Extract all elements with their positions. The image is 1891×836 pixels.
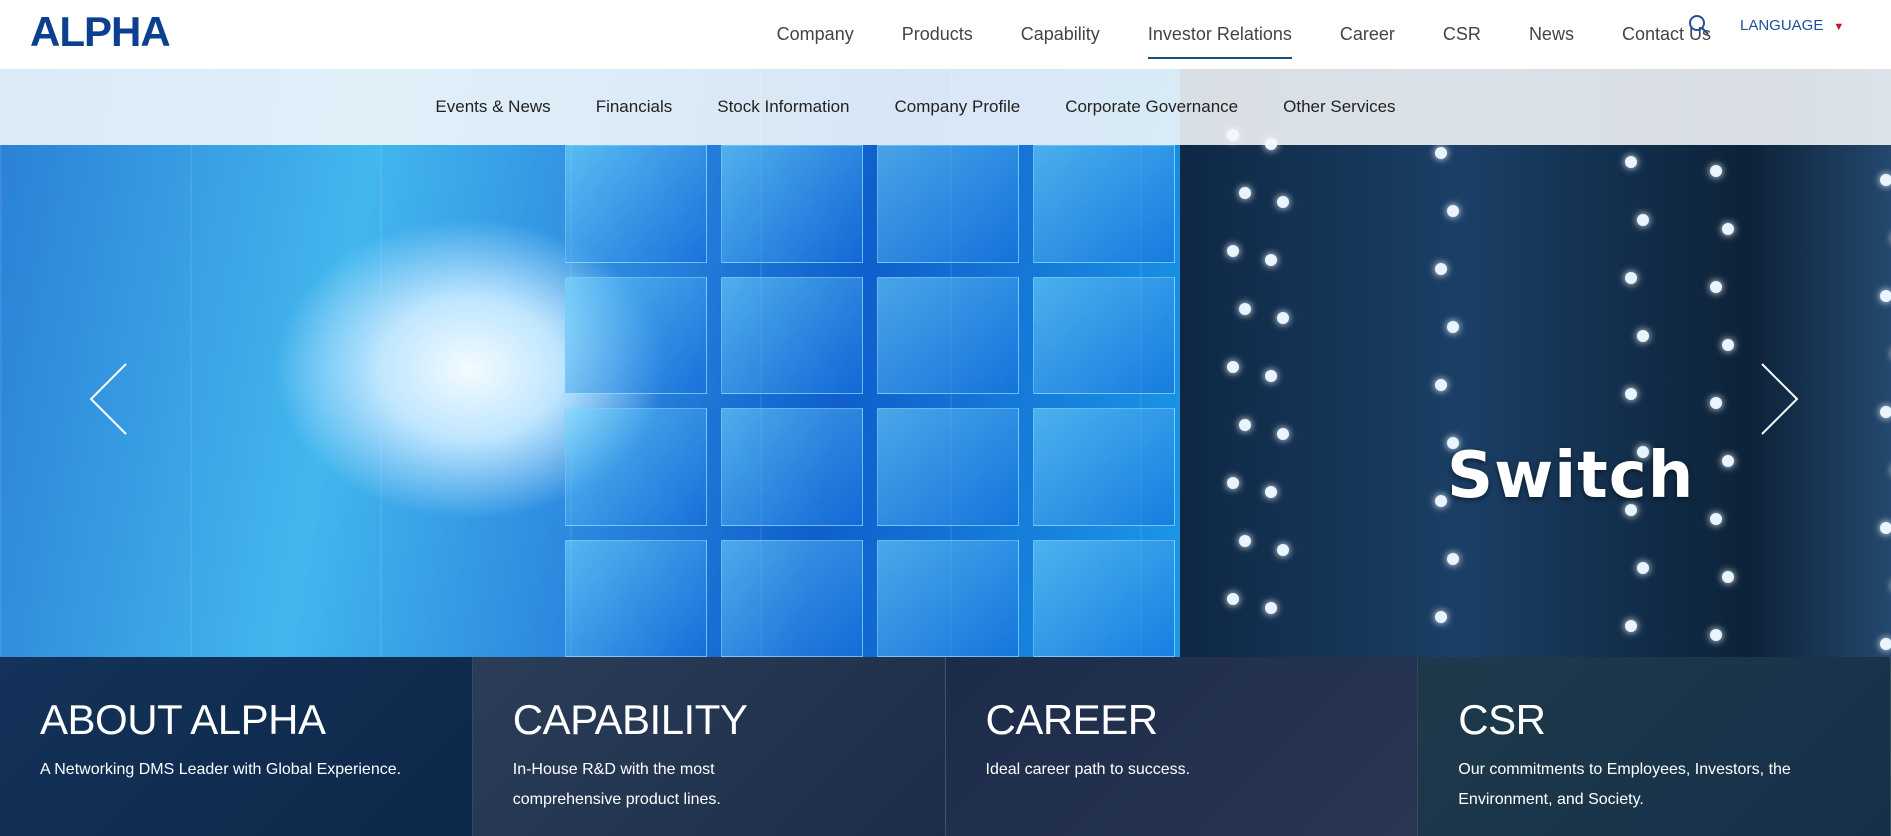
nav-news[interactable]: News: [1529, 18, 1574, 51]
led-light: [1637, 562, 1649, 574]
prev-arrow-icon[interactable]: [86, 359, 136, 439]
led-light: [1880, 522, 1891, 534]
led-light: [1880, 406, 1891, 418]
led-light: [1265, 254, 1277, 266]
next-arrow-icon[interactable]: [1752, 359, 1802, 439]
card-csr[interactable]: CSR Our commitments to Employees, Investo…: [1418, 657, 1891, 836]
language-selector[interactable]: LANGUAGE ▼: [1740, 17, 1844, 34]
investor-subnav: Events & News Financials Stock Informati…: [0, 69, 1891, 145]
card-about[interactable]: ABOUT ALPHA A Networking DMS Leader with …: [0, 657, 473, 836]
nav-products[interactable]: Products: [902, 18, 973, 51]
language-label: LANGUAGE: [1740, 17, 1824, 34]
card-career[interactable]: CAREER Ideal career path to success.: [945, 657, 1419, 836]
nav-career[interactable]: Career: [1340, 18, 1395, 51]
caret-down-icon: ▼: [1833, 21, 1845, 33]
hero-carousel: Switch: [0, 69, 1891, 657]
subnav-company-profile[interactable]: Company Profile: [895, 97, 1021, 117]
led-light: [1880, 638, 1891, 650]
led-light: [1277, 312, 1289, 324]
led-light: [1447, 553, 1459, 565]
led-light: [1227, 593, 1239, 605]
led-light: [1637, 330, 1649, 342]
led-light: [1239, 535, 1251, 547]
led-light: [1435, 495, 1447, 507]
led-light: [1880, 174, 1891, 186]
search-icon[interactable]: [1688, 14, 1710, 36]
led-light: [1625, 156, 1637, 168]
led-light: [1710, 629, 1722, 641]
card-text: A Networking DMS Leader with Global Expe…: [40, 761, 402, 778]
led-light: [1880, 290, 1891, 302]
led-light: [1277, 428, 1289, 440]
led-light: [1239, 187, 1251, 199]
subnav-corporate-governance[interactable]: Corporate Governance: [1065, 97, 1238, 117]
led-light: [1239, 303, 1251, 315]
led-light: [1447, 205, 1459, 217]
nav-capability[interactable]: Capability: [1021, 18, 1100, 51]
led-light: [1277, 196, 1289, 208]
hero-image-data-screens: [0, 69, 1180, 657]
led-light: [1625, 620, 1637, 632]
led-light: [1625, 388, 1637, 400]
led-light: [1625, 272, 1637, 284]
led-light: [1722, 571, 1734, 583]
led-light: [1710, 165, 1722, 177]
led-light: [1265, 486, 1277, 498]
subnav-events-news[interactable]: Events & News: [435, 97, 550, 117]
led-light: [1435, 379, 1447, 391]
card-title: ABOUT ALPHA: [40, 696, 326, 743]
led-light: [1435, 611, 1447, 623]
card-text: Ideal career path to success.: [985, 761, 1191, 778]
alpha-logo[interactable]: ALPHA: [30, 8, 171, 56]
led-light: [1710, 513, 1722, 525]
card-title: CAPABILITY: [512, 696, 748, 743]
led-light: [1722, 339, 1734, 351]
led-light: [1265, 602, 1277, 614]
led-light: [1265, 370, 1277, 382]
led-light: [1435, 147, 1447, 159]
nav-investor-relations[interactable]: Investor Relations: [1147, 18, 1292, 59]
led-light: [1722, 223, 1734, 235]
led-light: [1710, 281, 1722, 293]
led-light: [1447, 321, 1459, 333]
led-light: [1227, 245, 1239, 257]
led-light: [1277, 544, 1289, 556]
main-nav: Company Products Capability Investor Rel…: [777, 0, 1711, 69]
card-capability[interactable]: CAPABILITY In-House R&D with the most com…: [472, 657, 946, 836]
card-title: CAREER: [985, 696, 1159, 743]
nav-csr[interactable]: CSR: [1443, 18, 1481, 51]
led-light: [1227, 361, 1239, 373]
subnav-financials[interactable]: Financials: [596, 97, 673, 117]
led-light: [1239, 419, 1251, 431]
card-text: Our commitments to Employees, Investors,…: [1458, 761, 1791, 808]
led-light: [1435, 263, 1447, 275]
feature-cards: ABOUT ALPHA A Networking DMS Leader with …: [0, 657, 1891, 836]
led-light: [1722, 455, 1734, 467]
subnav-stock-information[interactable]: Stock Information: [717, 97, 849, 117]
subnav-other-services[interactable]: Other Services: [1283, 97, 1395, 117]
card-title: CSR: [1458, 696, 1546, 743]
site-header: ALPHA Company Products Capability Invest…: [0, 0, 1891, 69]
card-text: In-House R&D with the most comprehensive…: [512, 761, 721, 808]
led-light: [1227, 477, 1239, 489]
led-light: [1710, 397, 1722, 409]
nav-company[interactable]: Company: [777, 18, 854, 51]
screen-grid: [565, 145, 1175, 657]
led-light: [1637, 214, 1649, 226]
slide-title: Switch: [1447, 439, 1695, 513]
